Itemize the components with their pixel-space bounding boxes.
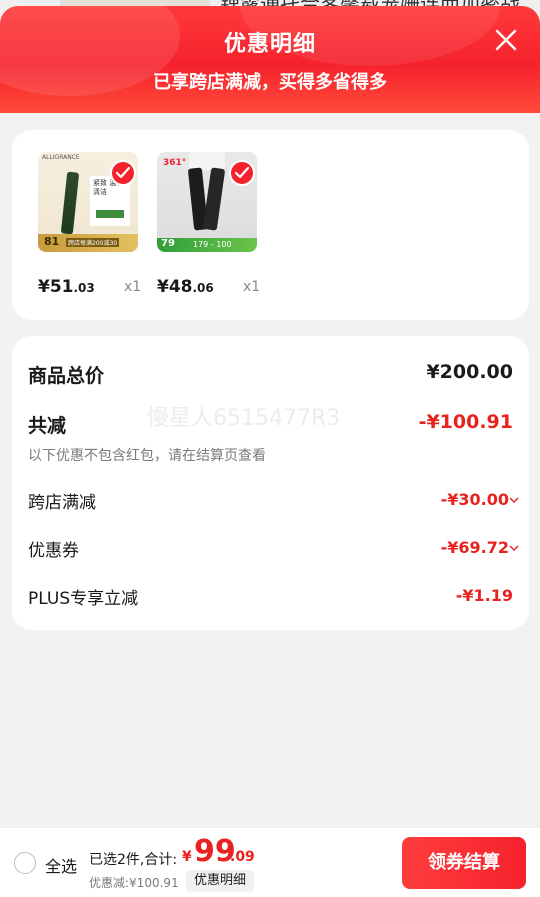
close-icon — [495, 29, 517, 51]
checkout-bar: 全选 已选2件,合计: ¥ 99 .09 优惠减:¥100.91 优惠明细 领券… — [0, 827, 540, 897]
product-thumbnail[interactable]: 361° 79 179 - 100 — [157, 152, 257, 252]
thumb-decoration — [96, 210, 124, 218]
discount-row-plus: PLUS专享立减 -¥1.19 — [28, 584, 513, 609]
product-card: ALLIGRANCE 紧致 温和清洁 81 跨店每满200减30 ¥51.03 … — [12, 130, 529, 320]
thumb-decoration — [202, 167, 226, 231]
page-title: 优惠明细 — [223, 32, 316, 57]
product-thumbnail[interactable]: ALLIGRANCE 紧致 温和清洁 81 跨店每满200减30 — [38, 152, 138, 252]
discount-label: 优惠券 — [28, 541, 79, 561]
checkout-button[interactable]: 领券结算 — [402, 837, 526, 889]
discount-summary: 优惠减:¥100.91 — [89, 876, 179, 890]
price-integer: ¥48 — [157, 277, 193, 297]
select-all-checkbox[interactable] — [14, 852, 36, 874]
discount-row-cross-store[interactable]: 跨店满减 -¥30.00 — [28, 488, 519, 513]
product-item[interactable]: 361° 79 179 - 100 ¥48.06 x1 — [157, 152, 260, 297]
total-reduction-value: -¥100.91 — [418, 411, 513, 433]
cleanser-tube-image — [60, 171, 80, 235]
chevron-down-icon — [509, 545, 519, 551]
pants-image — [187, 152, 226, 234]
product-price: ¥51.03 — [38, 277, 138, 297]
price-integer: ¥51 — [38, 277, 74, 297]
thumb-brand: ALLIGRANCE — [42, 154, 80, 161]
discount-amount: -¥1.19 — [455, 586, 513, 605]
product-quantity: x1 — [243, 279, 261, 295]
thumb-price: 81 — [44, 235, 60, 248]
thumb-promo-note: 跨店每满200减30 — [66, 238, 120, 247]
price-decimal: .03 — [73, 281, 95, 295]
selected-check[interactable] — [110, 160, 136, 186]
thumb-price-strip: 79 179 - 100 — [157, 238, 257, 252]
discount-value: -¥69.72 — [440, 538, 519, 557]
product-price: ¥48.06 — [157, 277, 257, 297]
discount-label: PLUS专享立减 — [28, 589, 139, 609]
price-summary-card: 慢星人6515477R3 商品总价 ¥200.00 共减 -¥100.91 以下… — [12, 336, 529, 630]
discount-detail-button[interactable]: 优惠明细 — [186, 870, 255, 892]
chevron-down-icon — [509, 497, 519, 503]
discount-value: -¥30.00 — [440, 490, 519, 509]
total-price-label: 商品总价 — [28, 365, 105, 387]
page-subtitle: 已享跨店满减，买得多省得多 — [153, 72, 387, 93]
discount-detail-header: 优惠明细 已享跨店满减，买得多省得多 — [0, 6, 540, 113]
total-price-value: ¥200.00 — [426, 361, 513, 383]
thumb-price-strip: 81 跨店每满200减30 — [38, 234, 138, 252]
discount-amount: -¥69.72 — [440, 538, 509, 557]
total-reduction-label: 共减 — [28, 415, 67, 437]
selected-check[interactable] — [229, 160, 255, 186]
price-decimal: .06 — [192, 281, 214, 295]
check-icon — [235, 167, 249, 179]
close-button[interactable] — [494, 28, 518, 52]
discount-amount: -¥30.00 — [440, 490, 509, 509]
total-reduction-row: 共减 -¥100.91 — [28, 411, 513, 437]
total-price-row: 商品总价 ¥200.00 — [28, 361, 513, 387]
reduction-note: 以下优惠不包含红包，请在结算页查看 — [28, 448, 266, 464]
product-quantity: x1 — [124, 279, 142, 295]
select-all-label[interactable]: 全选 — [45, 853, 77, 877]
total-decimal: .09 — [230, 849, 255, 865]
check-icon — [116, 167, 130, 179]
product-item[interactable]: ALLIGRANCE 紧致 温和清洁 81 跨店每满200减30 ¥51.03 … — [38, 152, 141, 297]
total-currency: ¥ — [182, 849, 192, 865]
selected-summary: 已选2件,合计: — [89, 852, 178, 868]
discount-label: 跨店满减 — [28, 493, 96, 513]
thumb-promo-numbers: 179 - 100 — [193, 240, 232, 249]
discount-row-coupon[interactable]: 优惠券 -¥69.72 — [28, 536, 519, 561]
thumb-price: 79 — [161, 238, 175, 249]
thumb-brand: 361° — [163, 158, 187, 168]
